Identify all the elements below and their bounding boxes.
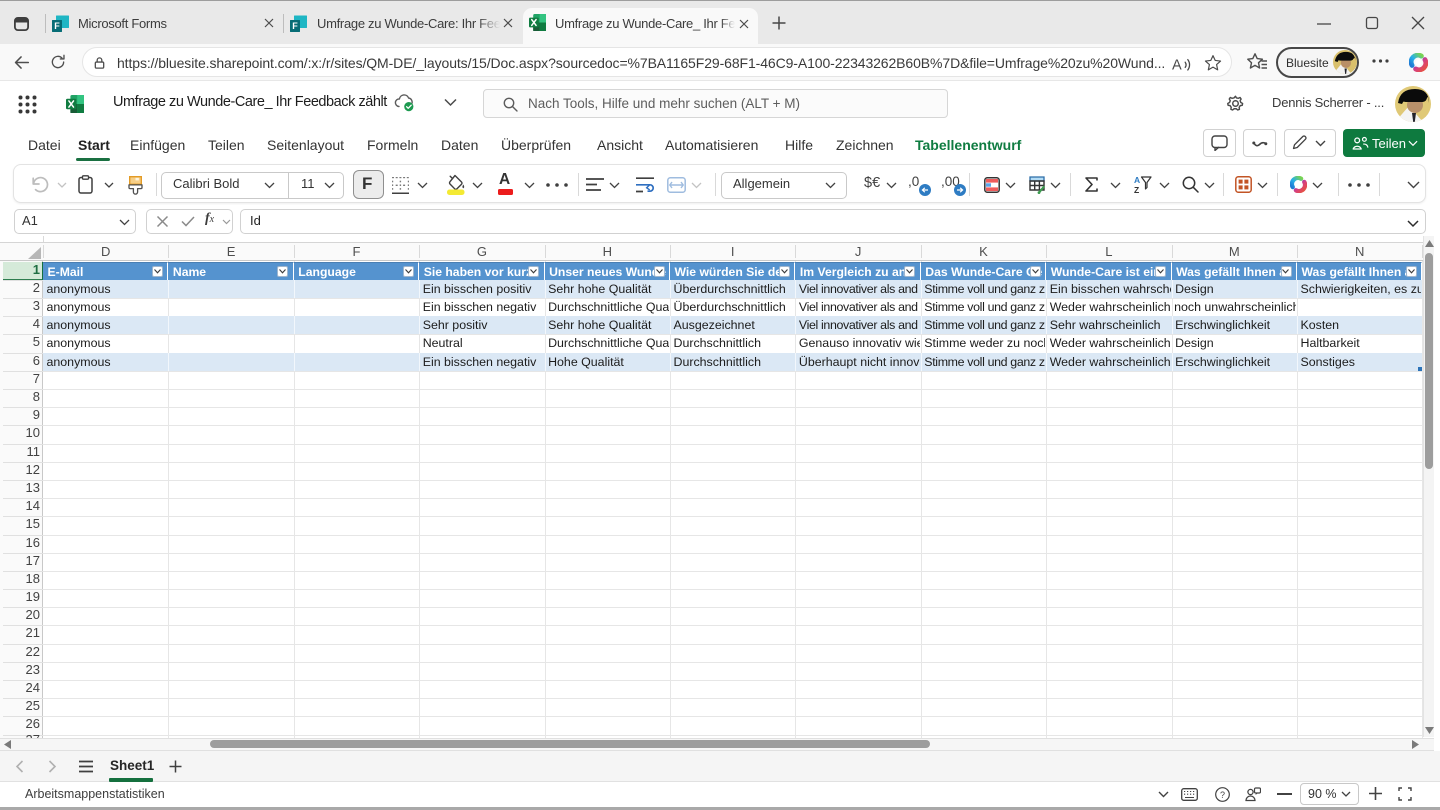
svg-text:Z: Z <box>1134 185 1139 194</box>
svg-text:A: A <box>1172 58 1182 74</box>
svg-text:A: A <box>1134 175 1140 185</box>
svg-text:F: F <box>292 21 298 31</box>
svg-text:F: F <box>54 21 60 31</box>
svg-text:?: ? <box>1220 790 1225 800</box>
